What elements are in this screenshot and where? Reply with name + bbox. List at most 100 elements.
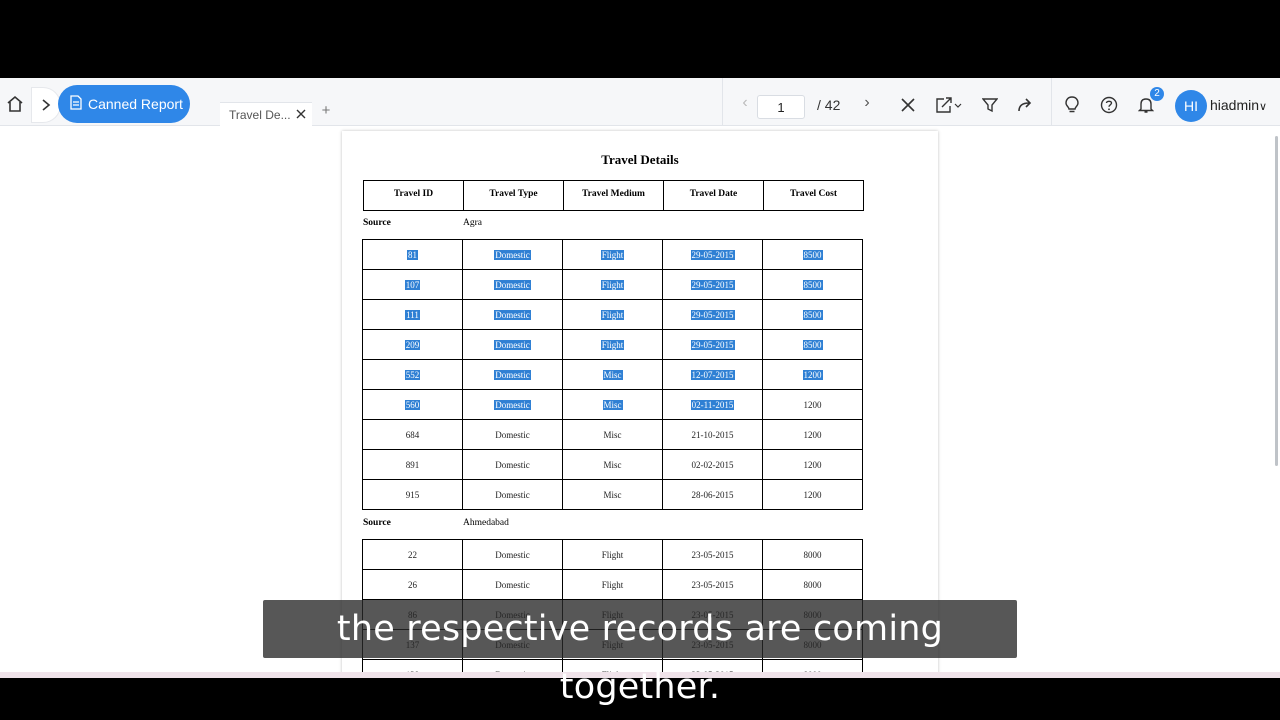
- cell-value: 1200: [803, 400, 822, 410]
- source-label: Source: [363, 518, 391, 528]
- table-cell: Domestic: [463, 240, 563, 269]
- table-cell: 8500: [763, 240, 862, 269]
- cell-value: Domestic: [494, 370, 531, 380]
- page-number-input[interactable]: [757, 95, 805, 119]
- cell-value: Domestic: [494, 310, 531, 320]
- help-icon[interactable]: [1098, 94, 1120, 116]
- table-cell: 915: [363, 480, 463, 509]
- share-icon[interactable]: [1014, 94, 1036, 116]
- breadcrumb-canned-report[interactable]: Canned Report: [58, 85, 190, 123]
- table-header: Travel ID Travel Type Travel Medium Trav…: [363, 180, 864, 211]
- table-row: 560 Domestic Misc 02-11-2015 1200: [363, 390, 862, 420]
- cell-value: 107: [404, 280, 421, 290]
- table-cell: 23-05-2015: [663, 570, 763, 599]
- table-cell: 81: [363, 240, 463, 269]
- report-page: Travel Details Travel ID Travel Type Tra…: [342, 131, 938, 672]
- cell-value: 8500: [802, 340, 823, 350]
- cell-value: 02-02-2015: [691, 460, 734, 470]
- table-cell: Misc: [563, 390, 663, 419]
- close-icon[interactable]: [292, 105, 310, 123]
- table-cell: 8500: [763, 270, 862, 299]
- scrollbar[interactable]: [1275, 136, 1278, 466]
- table-cell: 209: [363, 330, 463, 359]
- cell-value: Flight: [600, 280, 625, 290]
- cell-value: Domestic: [494, 250, 531, 260]
- cell-value: Misc: [603, 490, 622, 500]
- cell-value: Domestic: [494, 340, 531, 350]
- breadcrumb-expand-button[interactable]: [32, 88, 60, 122]
- breadcrumb-label: Canned Report: [88, 96, 183, 112]
- table-cell: 1200: [763, 450, 862, 479]
- cell-value: 26: [408, 580, 417, 590]
- cell-value: 23-05-2015: [691, 550, 734, 560]
- lightbulb-icon[interactable]: [1061, 94, 1083, 116]
- table-cell: Misc: [563, 480, 663, 509]
- tab-travel-details[interactable]: Travel De...: [220, 102, 312, 126]
- chevron-right-icon[interactable]: ›: [859, 94, 875, 112]
- table-cell: Flight: [563, 270, 663, 299]
- source-value: Agra: [463, 218, 482, 228]
- table-cell: Domestic: [463, 570, 563, 599]
- table-cell: 29-05-2015: [663, 300, 763, 329]
- cell-value: Domestic: [494, 400, 531, 410]
- table-cell: Domestic: [463, 390, 563, 419]
- chevron-left-icon[interactable]: ‹: [737, 94, 753, 112]
- page-total: / 42: [817, 97, 841, 113]
- table-cell: 8000: [763, 660, 862, 672]
- tab-label: Travel De...: [229, 107, 291, 122]
- cell-value: 29-05-2015: [690, 280, 735, 290]
- table-row: 81 Domestic Flight 29-05-2015 8500: [363, 240, 862, 270]
- table-row: 891 Domestic Misc 02-02-2015 1200: [363, 450, 862, 480]
- cell-value: 1200: [803, 490, 822, 500]
- add-tab-icon[interactable]: +: [318, 102, 334, 120]
- cell-value: 8000: [803, 580, 822, 590]
- cell-value: Domestic: [495, 430, 530, 440]
- cell-value: 02-11-2015: [690, 400, 735, 410]
- table-cell: Misc: [563, 450, 663, 479]
- notification-badge: 2: [1150, 87, 1164, 101]
- user-name: hiadmin: [1210, 97, 1260, 113]
- user-menu[interactable]: hiadmin∨: [1210, 97, 1267, 113]
- filter-icon[interactable]: [979, 94, 1001, 116]
- table-cell: 02-11-2015: [663, 390, 763, 419]
- cell-value: Misc: [603, 430, 622, 440]
- table-row: 684 Domestic Misc 21-10-2015 1200: [363, 420, 862, 450]
- table-cell: 8000: [763, 540, 862, 569]
- cell-value: 23-05-2015: [691, 580, 734, 590]
- table-cell: Flight: [563, 300, 663, 329]
- home-icon[interactable]: [4, 93, 26, 115]
- cell-value: Domestic: [494, 280, 531, 290]
- video-caption: the respective records are coming togeth…: [263, 600, 1017, 707]
- table-cell: Misc: [563, 360, 663, 389]
- table-cell: Flight: [563, 330, 663, 359]
- cell-value: 12-07-2015: [690, 370, 735, 380]
- cell-value: 684: [405, 430, 420, 440]
- cell-value: 8500: [802, 280, 823, 290]
- table-cell: 02-02-2015: [663, 450, 763, 479]
- cell-value: 22: [408, 550, 417, 560]
- cell-value: 209: [404, 340, 421, 350]
- cell-value: Flight: [600, 340, 625, 350]
- column-header: Travel ID: [364, 181, 464, 210]
- table-cell: Flight: [563, 240, 663, 269]
- cell-value: Domestic: [495, 550, 530, 560]
- table-row: 22 Domestic Flight 23-05-2015 8000: [363, 540, 862, 570]
- avatar[interactable]: HI: [1175, 90, 1207, 122]
- toolbar-divider: [1051, 78, 1052, 126]
- document-icon: [70, 95, 82, 113]
- cell-value: Flight: [601, 550, 624, 560]
- cell-value: 81: [407, 250, 418, 260]
- cell-value: 28-06-2015: [691, 490, 734, 500]
- close-icon[interactable]: [897, 94, 919, 116]
- table-cell: 29-05-2015: [663, 330, 763, 359]
- cell-value: 560: [404, 400, 421, 410]
- document-viewer[interactable]: Travel Details Travel ID Travel Type Tra…: [0, 126, 1280, 672]
- cell-value: 891: [405, 460, 420, 470]
- export-icon[interactable]: [935, 94, 963, 116]
- column-header: Travel Date: [664, 181, 764, 210]
- table-row: 26 Domestic Flight 23-05-2015 8000: [363, 570, 862, 600]
- cell-value: 8000: [803, 550, 822, 560]
- table-row: 552 Domestic Misc 12-07-2015 1200: [363, 360, 862, 390]
- table-cell: Flight: [563, 570, 663, 599]
- table-row: 209 Domestic Flight 29-05-2015 8500: [363, 330, 862, 360]
